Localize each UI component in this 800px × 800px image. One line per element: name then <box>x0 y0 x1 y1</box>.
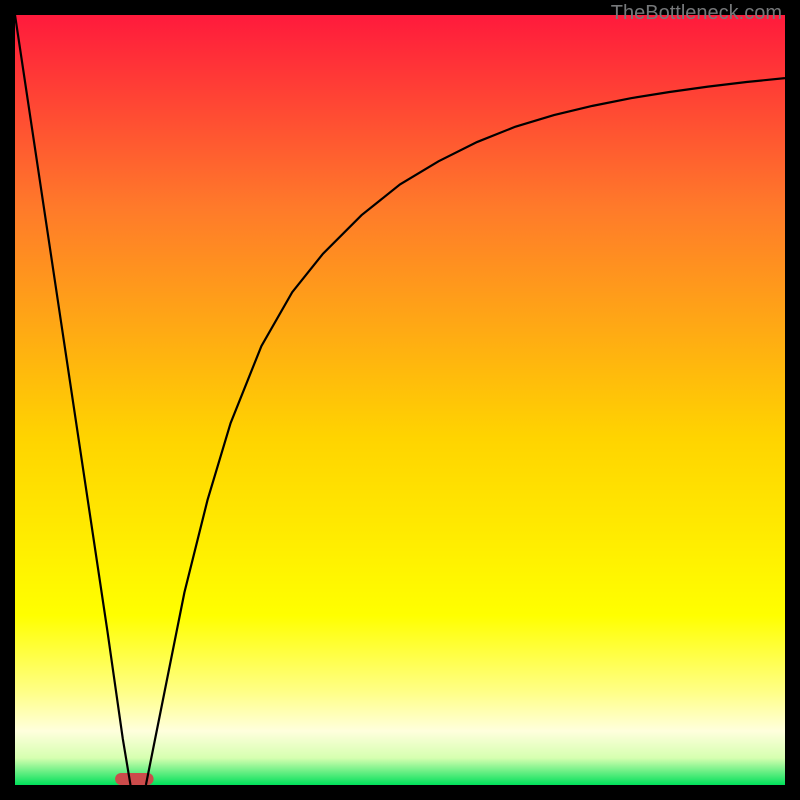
gradient-background <box>15 15 785 785</box>
bottleneck-chart <box>15 15 785 785</box>
attribution-label: TheBottleneck.com <box>611 2 782 25</box>
chart-frame <box>15 15 785 785</box>
